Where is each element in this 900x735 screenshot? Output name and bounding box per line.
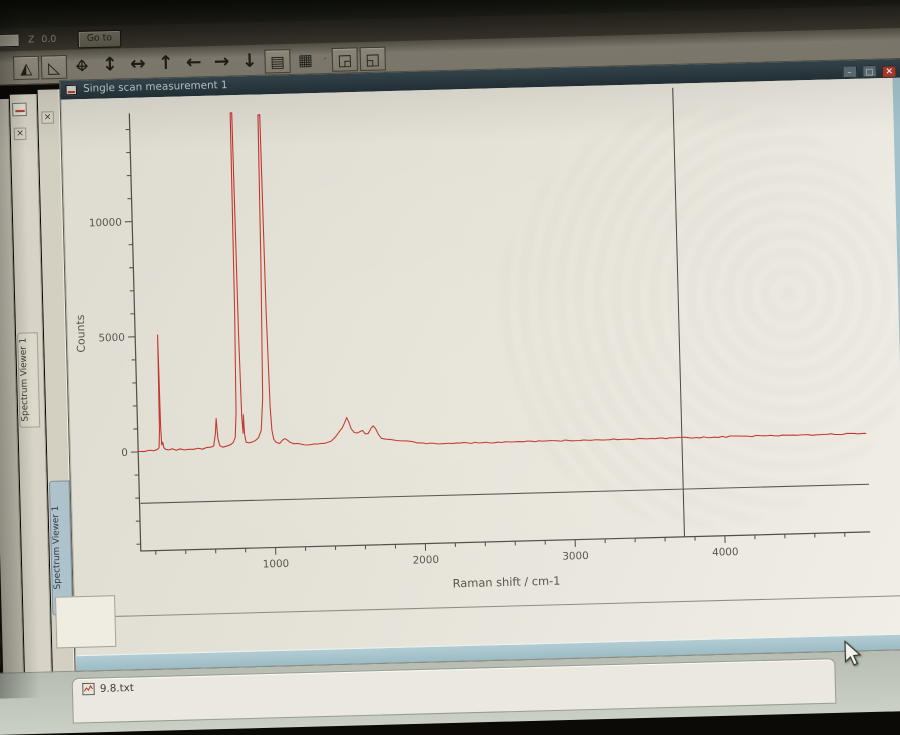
video-view-icon[interactable]: ◭ bbox=[13, 55, 39, 79]
goto-button[interactable]: Go to bbox=[77, 30, 121, 49]
window-title: Single scan measurement 1 bbox=[83, 80, 228, 95]
x-axis-title: Raman shift / cm-1 bbox=[452, 574, 560, 591]
file-name: 9.8.txt bbox=[100, 682, 134, 694]
close-button[interactable]: × bbox=[882, 65, 897, 78]
monitor-photo: ◂ Z 0.0 Go to ◭◺↔↕↕↔↑←→↓▤▦·◲◱ × × Spectr… bbox=[0, 0, 900, 699]
move-xy-icon[interactable]: ↔↕ bbox=[69, 53, 96, 79]
spectrum-thumbnail-icon bbox=[12, 103, 27, 117]
export-chart-icon[interactable]: ◱ bbox=[359, 46, 385, 70]
spectrum-chart-area[interactable]: 0 5000 10000 1000 2000 3000 4000 Raman shift / … bbox=[61, 78, 900, 671]
side-list-box bbox=[55, 595, 116, 648]
crosshair-vertical[interactable] bbox=[673, 88, 685, 537]
chart-canvas[interactable]: 0 5000 10000 1000 2000 3000 4000 Raman shift / … bbox=[62, 78, 900, 671]
separator-dot: · bbox=[320, 47, 330, 72]
pan-tool-icon[interactable]: ◺ bbox=[41, 54, 67, 78]
stage-down-icon[interactable]: ↓ bbox=[236, 49, 263, 75]
tab-spectrum-viewer-1[interactable]: Spectrum Viewer 1 bbox=[17, 332, 40, 428]
y-tick-label: 5000 bbox=[98, 332, 125, 345]
stage-left-icon[interactable]: ← bbox=[180, 50, 207, 76]
mouse-cursor bbox=[843, 640, 862, 667]
axis-lines bbox=[129, 94, 870, 551]
z-axis-label: Z bbox=[28, 35, 35, 46]
grid-map-icon[interactable]: ▦ bbox=[292, 47, 319, 73]
spectrum-window-icon bbox=[65, 85, 77, 96]
stage-coordinate-field[interactable] bbox=[0, 33, 20, 47]
panel-close-icon[interactable]: × bbox=[14, 127, 27, 140]
spectrum-trace bbox=[129, 96, 866, 453]
x-tick-label: 4000 bbox=[712, 546, 739, 559]
tab-spectrum-viewer-1-active[interactable]: Spectrum Viewer 1 bbox=[49, 480, 73, 615]
y-tick-label: 10000 bbox=[89, 217, 122, 230]
x-tick-label: 3000 bbox=[562, 550, 589, 563]
crosshair-horizontal[interactable] bbox=[141, 484, 869, 503]
panel-close-icon[interactable]: × bbox=[41, 111, 54, 124]
minimize-button[interactable]: – bbox=[842, 65, 857, 78]
stage-right-icon[interactable]: → bbox=[208, 50, 235, 76]
y-axis-title: Counts bbox=[74, 314, 88, 353]
move-z-icon[interactable]: ↕ bbox=[97, 52, 124, 78]
x-tick-label: 1000 bbox=[263, 558, 290, 571]
y-tick-label: 0 bbox=[121, 447, 128, 459]
export-image-icon[interactable]: ◲ bbox=[332, 47, 358, 71]
maximize-button[interactable]: □ bbox=[862, 65, 877, 78]
file-icon bbox=[82, 683, 95, 696]
stage-up-icon[interactable]: ↑ bbox=[153, 51, 180, 77]
snapshot-icon[interactable]: ▤ bbox=[264, 49, 290, 73]
file-shelf: 9.8.txt bbox=[72, 658, 837, 724]
step-x-icon[interactable]: ↔ bbox=[125, 52, 152, 78]
measurement-window: Single scan measurement 1 – □ × 0 5000 100… bbox=[60, 59, 900, 671]
x-tick-label: 2000 bbox=[412, 554, 439, 567]
z-axis-value: 0.0 bbox=[41, 35, 56, 46]
